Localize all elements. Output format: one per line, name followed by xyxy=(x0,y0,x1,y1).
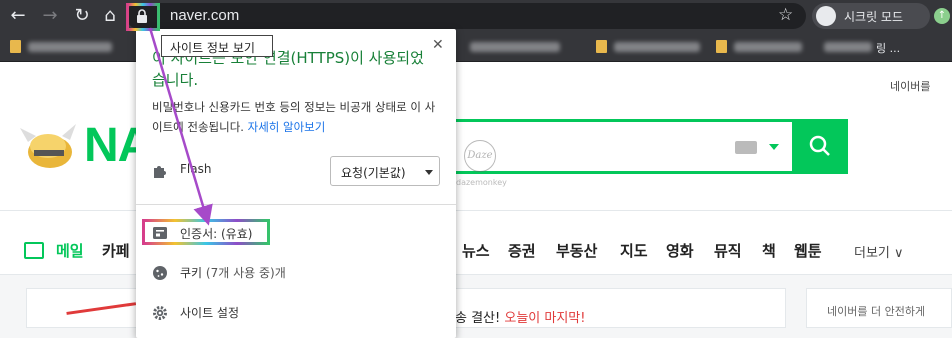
search-icon xyxy=(809,135,830,156)
cookies-label: 쿠키 xyxy=(180,266,203,280)
chevron-down-icon[interactable] xyxy=(769,144,779,150)
incognito-profile[interactable]: 시크릿 모드 xyxy=(812,3,930,29)
site-info-popup: ✕ 이 사이트는 보안 연결(HTTPS)이 사용되었습니다. 비밀번호나 신용… xyxy=(136,29,456,338)
connection-description: 비밀번호나 신용카드 번호 등의 정보는 비공개 상태로 이 사이트에 전송됩니… xyxy=(152,97,436,137)
forward-icon[interactable]: → xyxy=(38,4,62,28)
banner-text: 송 결산! 오늘이 마지막! xyxy=(455,307,585,326)
nav-item-book[interactable]: 책 xyxy=(762,240,776,261)
tooltip-text: 사이트 정보 보기 xyxy=(170,41,255,55)
flash-permission-value: 요청(기본값) xyxy=(341,166,406,180)
bookmark-label-blurred xyxy=(28,42,112,52)
flash-permission-select[interactable]: 요청(기본값) xyxy=(330,156,440,186)
nav-item-cafe[interactable]: 카페 xyxy=(102,240,130,261)
more-menu[interactable]: 더보기 ∨ xyxy=(854,242,904,261)
site-settings-row[interactable]: 사이트 설정 xyxy=(180,304,239,321)
bookmark-label-blurred xyxy=(734,42,802,52)
login-link[interactable]: 네이버를 xyxy=(890,78,930,94)
bookmark-item[interactable] xyxy=(10,40,120,54)
incognito-icon xyxy=(816,6,836,26)
home-icon[interactable]: ⌂ xyxy=(98,4,122,28)
address-bar[interactable]: naver.com ☆ xyxy=(126,3,806,29)
bookmark-label: 링 ... xyxy=(876,42,901,55)
banner-decoration xyxy=(66,302,138,326)
folder-icon xyxy=(10,40,21,53)
cookies-detail: (7개 사용 중)개 xyxy=(202,266,286,280)
login-box-text: 네이버를 더 안전하게 xyxy=(827,305,926,318)
chevron-down-icon xyxy=(425,170,433,175)
nav-item-mail[interactable]: 메일 xyxy=(56,240,84,261)
nav-item-webtoon[interactable]: 웹툰 xyxy=(794,240,822,261)
watermark-logo: Daze xyxy=(464,140,496,172)
folder-icon xyxy=(596,40,607,53)
flash-permission-row: Flash 요청(기본값) xyxy=(152,156,442,186)
keyboard-icon[interactable] xyxy=(735,141,757,154)
nav-item-music[interactable]: 뮤직 xyxy=(714,240,742,261)
naver-mascot-logo[interactable] xyxy=(18,116,80,178)
bookmark-item[interactable] xyxy=(470,40,580,54)
profile-label: 시크릿 모드 xyxy=(844,10,904,24)
banner-text-highlight: 오늘이 마지막! xyxy=(504,311,586,326)
bookmark-label-blurred xyxy=(470,42,560,52)
update-icon[interactable]: ↑ xyxy=(934,8,950,24)
reload-icon[interactable]: ↻ xyxy=(70,4,94,28)
bookmark-item[interactable] xyxy=(716,40,806,54)
site-info-tooltip: 사이트 정보 보기 xyxy=(161,35,273,57)
search-button[interactable] xyxy=(792,119,848,174)
cookie-icon xyxy=(153,266,167,280)
certificate-annotation-box xyxy=(142,219,270,245)
lock-annotation-box xyxy=(126,3,160,31)
back-icon[interactable]: ← xyxy=(6,4,30,28)
nav-item-stock[interactable]: 증권 xyxy=(508,240,536,261)
popup-divider xyxy=(136,204,456,205)
bookmark-label-blurred xyxy=(824,42,872,52)
bookmark-star-icon[interactable]: ☆ xyxy=(778,5,793,25)
banner-text-main: 송 결산! xyxy=(455,311,505,326)
folder-icon xyxy=(716,40,727,53)
bookmark-item[interactable]: 링 ... xyxy=(824,40,944,55)
mail-icon[interactable] xyxy=(24,242,44,259)
flash-label: Flash xyxy=(180,162,212,176)
nav-item-movie[interactable]: 영화 xyxy=(666,240,694,261)
puzzle-icon xyxy=(154,166,166,178)
learn-more-link[interactable]: 자세히 알아보기 xyxy=(248,120,326,134)
cookies-row[interactable]: 쿠키 (7개 사용 중)개 xyxy=(180,264,286,281)
nav-item-realestate[interactable]: 부동산 xyxy=(556,240,597,261)
login-box[interactable]: 네이버를 더 안전하게 xyxy=(806,288,952,328)
bookmark-label-blurred xyxy=(614,42,700,52)
watermark-caption: dazemonkey xyxy=(456,178,507,187)
url-text: naver.com xyxy=(170,7,240,24)
nav-item-map[interactable]: 지도 xyxy=(620,240,648,261)
bookmark-item[interactable] xyxy=(596,40,706,54)
dazemonkey-watermark: Daze dazemonkey xyxy=(456,140,507,194)
nav-item-news[interactable]: 뉴스 xyxy=(462,240,490,261)
gear-icon xyxy=(153,306,167,320)
